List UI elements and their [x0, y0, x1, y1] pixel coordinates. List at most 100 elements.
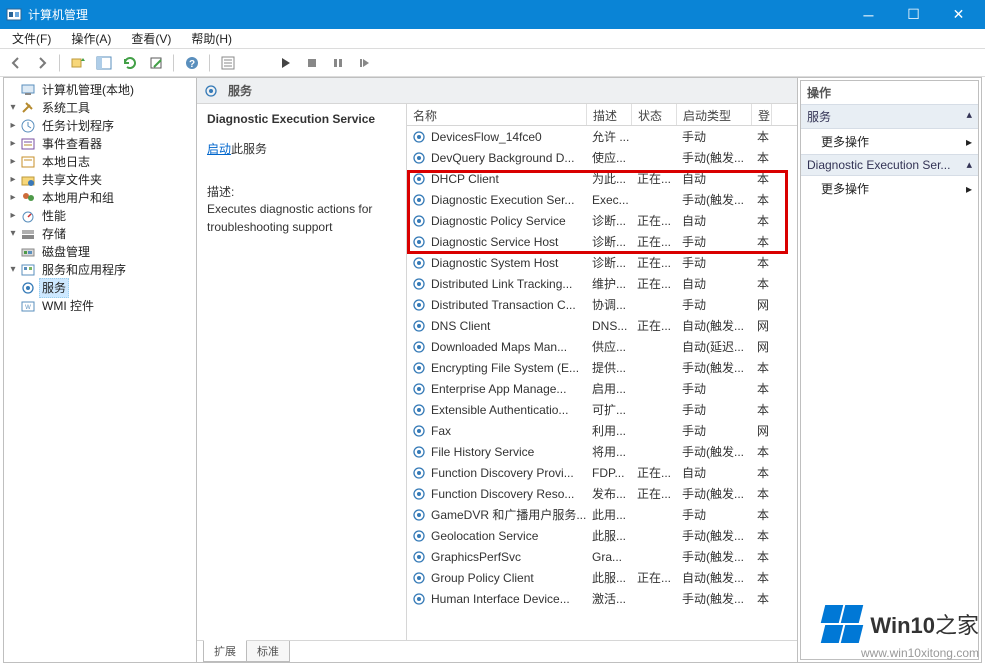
console-tree[interactable]: 计算机管理(本地) ▾ 系统工具 ▸任务计划程序 ▸事件查看器 ▸本地日志	[4, 78, 197, 662]
stop-service-button[interactable]	[300, 52, 324, 74]
service-name: Group Policy Client	[431, 571, 534, 585]
service-row[interactable]: File History Service将用...手动(触发...本	[407, 441, 797, 462]
tree-event-viewer[interactable]: ▸事件查看器	[6, 135, 194, 153]
services-view: 服务 Diagnostic Execution Service 启动此服务 描述…	[197, 78, 798, 662]
service-row[interactable]: Extensible Authenticatio...可扩...手动本	[407, 399, 797, 420]
menu-action[interactable]: 操作(A)	[63, 28, 119, 49]
tab-standard[interactable]: 标准	[246, 641, 290, 662]
service-row[interactable]: Diagnostic Policy Service诊断...正在...自动本	[407, 210, 797, 231]
service-startup: 手动(触发...	[677, 359, 752, 376]
event-icon	[20, 136, 36, 152]
collapse-icon[interactable]: ▴	[966, 108, 972, 125]
service-row[interactable]: Group Policy Client此服...正在...自动(触发...本	[407, 567, 797, 588]
tree-storage[interactable]: ▾ 存储	[6, 225, 194, 243]
tree-local-users[interactable]: ▸本地用户和组	[6, 189, 194, 207]
service-row[interactable]: DevQuery Background D...使应...手动(触发...本	[407, 147, 797, 168]
services-list[interactable]: 名称 描述 状态 启动类型 登 DevicesFlow_14fce0允许 ...…	[407, 104, 797, 640]
service-row[interactable]: GraphicsPerfSvcGra...手动(触发...本	[407, 546, 797, 567]
show-hide-tree-button[interactable]	[92, 52, 116, 74]
perf-icon	[20, 208, 36, 224]
expand-icon[interactable]: ▸	[6, 135, 20, 153]
expand-icon[interactable]: ▸	[6, 117, 20, 135]
actions-group-selected[interactable]: Diagnostic Execution Ser... ▴	[801, 154, 978, 176]
service-startup: 手动	[677, 296, 752, 313]
list-header[interactable]: 名称 描述 状态 启动类型 登	[407, 104, 797, 126]
collapse-icon[interactable]: ▾	[6, 225, 20, 243]
refresh-button[interactable]	[118, 52, 142, 74]
up-button[interactable]	[66, 52, 90, 74]
service-row[interactable]: Encrypting File System (E...提供...手动(触发..…	[407, 357, 797, 378]
collapse-icon[interactable]: ▴	[966, 158, 972, 172]
tree-disk-mgmt[interactable]: 磁盘管理	[6, 243, 194, 261]
tree-shared-folders[interactable]: ▸共享文件夹	[6, 171, 194, 189]
col-startup[interactable]: 启动类型	[677, 104, 752, 125]
service-desc: 诊断...	[587, 212, 632, 229]
storage-icon	[20, 226, 36, 242]
actions-group-services[interactable]: 服务 ▴	[801, 104, 978, 129]
service-row[interactable]: Diagnostic Execution Ser...Exec...手动(触发.…	[407, 189, 797, 210]
tree-services-apps[interactable]: ▾ 服务和应用程序	[6, 261, 194, 279]
expand-icon[interactable]: ▸	[6, 153, 20, 171]
service-startup: 手动	[677, 254, 752, 271]
service-logon: 本	[752, 170, 772, 187]
service-row[interactable]: DevicesFlow_14fce0允许 ...手动本	[407, 126, 797, 147]
tree-wmi[interactable]: WWMI 控件	[6, 297, 194, 315]
close-button[interactable]: ✕	[936, 0, 981, 29]
minimize-button[interactable]: ─	[846, 0, 891, 29]
service-row[interactable]: DNS ClientDNS...正在...自动(触发...网	[407, 315, 797, 336]
menu-file[interactable]: 文件(F)	[4, 28, 59, 49]
actions-more-2[interactable]: 更多操作▸	[801, 176, 978, 201]
properties-button[interactable]	[216, 52, 240, 74]
back-button[interactable]	[4, 52, 28, 74]
tree-task-scheduler[interactable]: ▸任务计划程序	[6, 117, 194, 135]
service-startup: 手动(触发...	[677, 443, 752, 460]
service-row[interactable]: DHCP Client为此...正在...自动本	[407, 168, 797, 189]
forward-button[interactable]	[30, 52, 54, 74]
actions-more-1[interactable]: 更多操作▸	[801, 129, 978, 154]
service-row[interactable]: Distributed Transaction C...协调...手动网	[407, 294, 797, 315]
service-row[interactable]: Diagnostic System Host诊断...正在...手动本	[407, 252, 797, 273]
service-row[interactable]: Diagnostic Service Host诊断...正在...手动本	[407, 231, 797, 252]
col-logon[interactable]: 登	[752, 104, 772, 125]
restart-service-button[interactable]	[352, 52, 376, 74]
col-status[interactable]: 状态	[632, 104, 677, 125]
maximize-button[interactable]: ☐	[891, 0, 936, 29]
tree-system-tools[interactable]: ▾ 系统工具	[6, 99, 194, 117]
tab-extended[interactable]: 扩展	[203, 640, 247, 662]
tree-services[interactable]: 服务	[6, 279, 194, 297]
service-logon: 本	[752, 191, 772, 208]
service-name: Enterprise App Manage...	[431, 382, 566, 396]
pause-service-button[interactable]	[326, 52, 350, 74]
menu-help[interactable]: 帮助(H)	[183, 28, 240, 49]
collapse-icon[interactable]: ▾	[6, 99, 20, 117]
tree-performance[interactable]: ▸性能	[6, 207, 194, 225]
tree-root[interactable]: 计算机管理(本地)	[6, 81, 194, 99]
service-row[interactable]: Function Discovery Provi...FDP...正在...自动…	[407, 462, 797, 483]
service-row[interactable]: Function Discovery Reso...发布...正在...手动(触…	[407, 483, 797, 504]
gear-icon	[411, 192, 427, 208]
help-button[interactable]: ?	[180, 52, 204, 74]
expand-icon[interactable]: ▸	[6, 207, 20, 225]
service-row[interactable]: Fax利用...手动网	[407, 420, 797, 441]
service-row[interactable]: Human Interface Device...激活...手动(触发...本	[407, 588, 797, 609]
service-desc: 供应...	[587, 338, 632, 355]
service-row[interactable]: Geolocation Service此服...手动(触发...本	[407, 525, 797, 546]
tree-label: 系统工具	[39, 98, 93, 118]
start-service-button[interactable]	[274, 52, 298, 74]
service-row[interactable]: GameDVR 和广播用户服务...此用...手动本	[407, 504, 797, 525]
service-row[interactable]: Downloaded Maps Man...供应...自动(延迟...网	[407, 336, 797, 357]
tree-local-log[interactable]: ▸本地日志	[6, 153, 194, 171]
service-status: 正在...	[632, 317, 677, 334]
expand-icon[interactable]: ▸	[6, 171, 20, 189]
export-button[interactable]	[144, 52, 168, 74]
collapse-icon[interactable]: ▾	[6, 261, 20, 279]
col-desc[interactable]: 描述	[587, 104, 632, 125]
col-name[interactable]: 名称	[407, 104, 587, 125]
service-row[interactable]: Enterprise App Manage...启用...手动本	[407, 378, 797, 399]
service-startup: 手动	[677, 422, 752, 439]
service-logon: 本	[752, 527, 772, 544]
service-row[interactable]: Distributed Link Tracking...维护...正在...自动…	[407, 273, 797, 294]
start-service-link[interactable]: 启动	[207, 142, 231, 156]
menu-view[interactable]: 查看(V)	[123, 28, 179, 49]
expand-icon[interactable]: ▸	[6, 189, 20, 207]
